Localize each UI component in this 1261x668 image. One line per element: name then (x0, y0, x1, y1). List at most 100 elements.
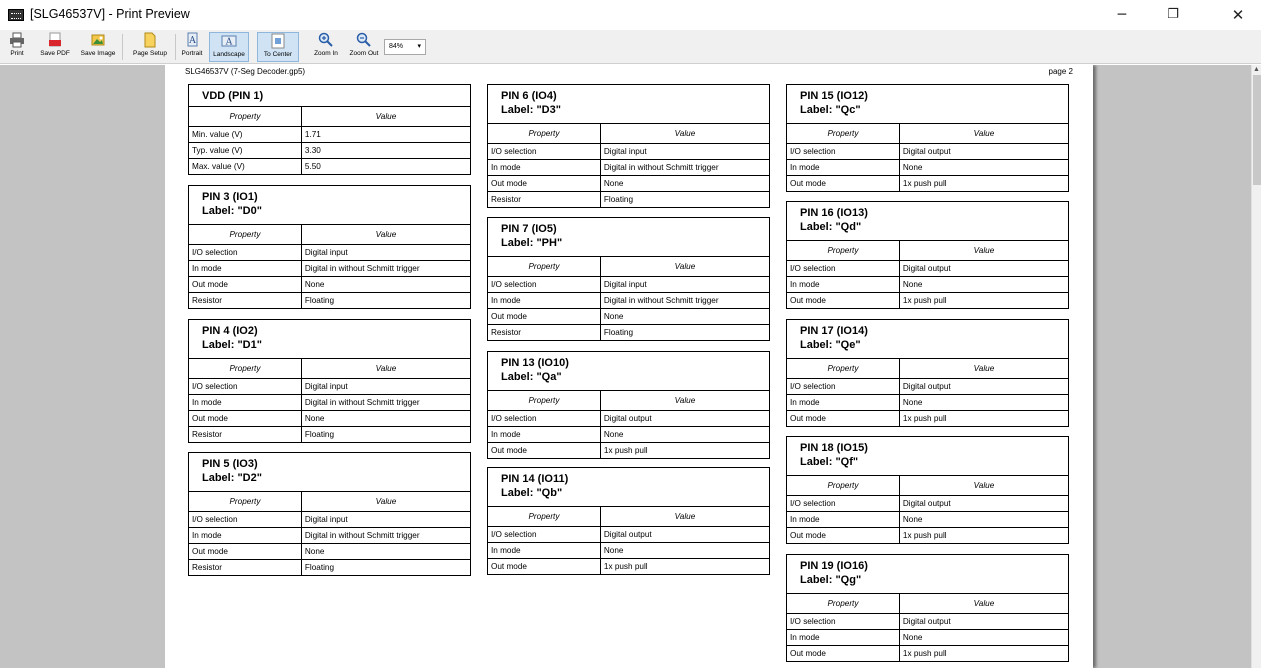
card-title: PIN 14 (IO11) (501, 473, 569, 485)
portrait-button[interactable]: A Portrait (178, 32, 206, 62)
table-row: Out mode 1x push pull (488, 441, 769, 458)
toolbar-separator (122, 34, 123, 60)
card-label: Label: "D0" (202, 205, 262, 217)
card-header: PIN 16 (IO13) Label: "Qd" (787, 202, 1068, 241)
toolbar: Print Save PDF Save Image Page Setup A P… (0, 30, 1261, 64)
close-button[interactable]: ✕ (1215, 0, 1261, 30)
table-row: I/O selection Digital input (189, 510, 470, 528)
property-cell: Max. value (V) (189, 157, 302, 174)
property-cell: In mode (488, 158, 601, 176)
pin-card: PIN 18 (IO15) Label: "Qf" Property Value I/O… (786, 436, 1069, 544)
value-cell: Digital output (898, 494, 1068, 512)
property-cell: In mode (787, 393, 900, 411)
value-cell: None (300, 542, 470, 560)
maximize-button[interactable]: ❐ (1150, 0, 1196, 30)
property-cell: I/O selection (189, 510, 302, 528)
minimize-button[interactable]: ─ (1099, 0, 1145, 30)
value-cell: None (898, 510, 1068, 528)
property-cell: Min. value (V) (189, 125, 302, 143)
table-row: In mode Digital in without Schmitt trigge… (488, 158, 769, 176)
column-header-value: Value (898, 124, 1068, 144)
card-title: PIN 19 (IO16) (800, 560, 868, 572)
zoom-dropdown[interactable]: 84% ▾ (384, 39, 426, 55)
value-cell: None (599, 307, 769, 325)
to-center-button[interactable]: To Center (257, 32, 299, 62)
save-pdf-button[interactable]: Save PDF (36, 32, 74, 62)
value-cell: Digital in without Schmitt trigger (300, 526, 470, 544)
zoom-out-button[interactable]: Zoom Out (345, 32, 383, 62)
column-header-property: Property (787, 241, 900, 261)
card-header: PIN 7 (IO5) Label: "PH" (488, 218, 769, 257)
column-header-value: Value (300, 492, 470, 512)
table-row: In mode None (488, 541, 769, 559)
value-cell: Digital input (300, 243, 470, 261)
save-image-label: Save Image (80, 50, 116, 57)
table-row: In mode None (787, 275, 1068, 293)
property-cell: In mode (488, 425, 601, 443)
page-number: page 2 (1048, 67, 1073, 76)
print-button[interactable]: Print (2, 32, 32, 62)
property-table: Property Value I/O selection Digital output… (787, 476, 1068, 543)
preview-area[interactable]: SLG46537V (7-Seg Decoder.gp5) page 2 VDD… (0, 65, 1251, 668)
table-row: Max. value (V) 5.50 (189, 157, 470, 174)
card-title: PIN 17 (IO14) (800, 325, 868, 337)
column-header-value: Value (300, 107, 470, 127)
card-header: PIN 3 (IO1) Label: "D0" (189, 186, 470, 225)
landscape-button[interactable]: A Landscape (209, 32, 249, 62)
vertical-scrollbar[interactable]: ▲ (1251, 65, 1261, 668)
scroll-up-icon[interactable]: ▲ (1253, 66, 1260, 74)
property-cell: Out mode (787, 174, 900, 191)
zoom-in-button[interactable]: Zoom In (309, 32, 343, 62)
property-cell: Resistor (189, 425, 302, 442)
property-cell: In mode (787, 158, 900, 176)
value-cell: 1x push pull (898, 526, 1068, 543)
table-row: In mode None (787, 510, 1068, 528)
property-cell: I/O selection (189, 377, 302, 395)
pin-card: PIN 7 (IO5) Label: "PH" Property Value I/O s… (487, 217, 770, 341)
card-label: Label: "Qf" (800, 456, 859, 468)
property-cell: In mode (189, 526, 302, 544)
value-cell: Floating (300, 291, 470, 308)
property-cell: Resistor (189, 558, 302, 575)
card-label: Label: "D2" (202, 472, 262, 484)
table-row: Out mode 1x push pull (787, 526, 1068, 543)
table-row: I/O selection Digital input (488, 275, 769, 293)
table-row: In mode Digital in without Schmitt trigge… (189, 393, 470, 411)
portrait-icon: A (187, 32, 198, 47)
value-cell: 1.71 (300, 125, 470, 143)
value-cell: Digital output (599, 409, 769, 427)
pin-card: VDD (PIN 1) Property Value Min. value (V) 1.… (188, 84, 471, 175)
property-cell: Typ. value (V) (189, 141, 302, 159)
value-cell: None (300, 409, 470, 427)
pin-card: PIN 3 (IO1) Label: "D0" Property Value I/O s… (188, 185, 471, 309)
property-cell: Out mode (488, 557, 601, 574)
landscape-label: Landscape (213, 51, 245, 58)
column-header-value: Value (898, 359, 1068, 379)
card-label: Label: "Qe" (800, 339, 861, 351)
property-cell: Out mode (787, 291, 900, 308)
scrollbar-thumb[interactable] (1253, 75, 1261, 185)
column-header-property: Property (787, 124, 900, 144)
title-bar: [SLG46537V] - Print Preview ─ ❐ ✕ (0, 0, 1261, 30)
value-cell: Floating (599, 190, 769, 207)
table-row: I/O selection Digital output (787, 142, 1068, 160)
pin-card: PIN 16 (IO13) Label: "Qd" Property Value I/O… (786, 201, 1069, 309)
image-icon (91, 34, 105, 46)
value-cell: Digital input (300, 377, 470, 395)
property-table: Property Value I/O selection Digital input I… (189, 359, 470, 442)
zoom-value: 84% (389, 43, 404, 50)
value-cell: 1x push pull (898, 291, 1068, 308)
value-cell: 1x push pull (898, 174, 1068, 191)
card-header: PIN 14 (IO11) Label: "Qb" (488, 468, 769, 507)
value-cell: Digital output (898, 142, 1068, 160)
page-setup-button[interactable]: Page Setup (128, 32, 172, 62)
save-image-button[interactable]: Save Image (77, 32, 119, 62)
table-row: Resistor Floating (189, 558, 470, 575)
card-title: PIN 7 (IO5) (501, 223, 557, 235)
property-table: Property Value I/O selection Digital output… (488, 507, 769, 574)
property-table: Property Value I/O selection Digital output… (787, 594, 1068, 661)
pin-card: PIN 17 (IO14) Label: "Qe" Property Value I/O… (786, 319, 1069, 427)
property-cell: Out mode (787, 526, 900, 543)
column-header-value: Value (898, 476, 1068, 496)
print-label: Print (10, 50, 24, 57)
